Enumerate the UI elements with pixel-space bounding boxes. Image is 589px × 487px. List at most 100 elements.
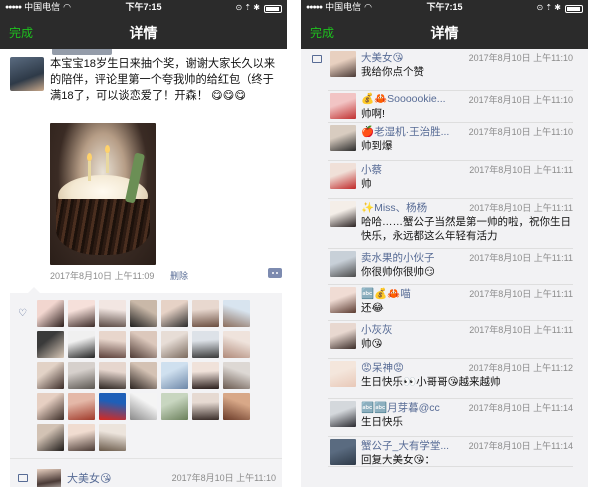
comment-icon <box>18 474 28 482</box>
like-avatar[interactable] <box>68 362 95 389</box>
like-avatar[interactable] <box>161 331 188 358</box>
post-text: 本宝宝18岁生日来抽个奖，谢谢大家长久以来的陪伴，评论里第一个夸我帅的给红包（终… <box>50 58 276 102</box>
like-avatar[interactable] <box>99 331 126 358</box>
likes-panel: ♡ <box>10 287 282 458</box>
like-avatar[interactable] <box>130 362 157 389</box>
commenter-name[interactable]: ✨Miss、杨杨 <box>361 200 427 215</box>
battery-icon <box>264 4 282 13</box>
cake-photo[interactable] <box>50 123 156 265</box>
comment-time: 2017年8月10日 上午11:11 <box>469 253 573 263</box>
like-avatar[interactable] <box>99 362 126 389</box>
flame-shape <box>87 153 92 161</box>
commenter-name[interactable]: 大美女😘 <box>361 50 403 65</box>
commenter-avatar[interactable] <box>330 51 356 77</box>
commenter-name[interactable]: 蟹公子_大有学堂... <box>361 438 449 453</box>
commenter-avatar[interactable] <box>330 125 356 151</box>
commenter-name[interactable]: 💰🦀Soooookie... <box>361 92 446 105</box>
commenter-name[interactable]: 卖水果的小伙子 <box>361 250 435 265</box>
like-avatar[interactable] <box>99 300 126 327</box>
commenter-avatar[interactable] <box>330 439 356 465</box>
commenter-avatar[interactable] <box>330 361 356 387</box>
like-avatar[interactable] <box>37 300 64 327</box>
like-avatar[interactable] <box>37 362 64 389</box>
like-avatar[interactable] <box>68 300 95 327</box>
like-avatar[interactable] <box>37 331 64 358</box>
like-avatar[interactable] <box>192 362 219 389</box>
like-avatar[interactable] <box>68 331 95 358</box>
comment-text: 回复大美女😘： <box>361 454 435 466</box>
like-avatar[interactable] <box>68 393 95 420</box>
comment-more-icon[interactable] <box>268 268 282 278</box>
like-avatar[interactable] <box>223 362 250 389</box>
comment-row[interactable]: ✨Miss、杨杨 2017年8月10日 上午11:11 哈哈……蟹公子当然是第一帅的… <box>328 199 573 249</box>
like-avatar[interactable] <box>161 362 188 389</box>
like-avatar[interactable] <box>223 300 250 327</box>
comment-row[interactable]: 小蔡 2017年8月10日 上午11:11 帅 <box>328 161 573 199</box>
comment-text: 我给你点个赞 <box>361 66 424 78</box>
like-avatar[interactable] <box>223 393 250 420</box>
comment-text: 生日快乐 <box>361 416 403 428</box>
candle-shape <box>106 153 109 173</box>
comment-text: 哈哈……蟹公子当然是第一帅的啦，祝你生日快乐，永远都这么年轻有活力 <box>361 216 571 242</box>
comment-row[interactable]: 大美女😘 2017年8月10日 上午11:10 我给你点个赞 <box>328 49 573 91</box>
comment-time: 2017年8月10日 上午11:11 <box>469 325 573 335</box>
commenter-avatar[interactable] <box>37 469 61 487</box>
like-avatar[interactable] <box>161 300 188 327</box>
like-avatar[interactable] <box>192 331 219 358</box>
comment-time: 2017年8月10日 上午11:11 <box>469 289 573 299</box>
like-avatar[interactable] <box>130 300 157 327</box>
commenter-name[interactable]: 🔤🔤月芽暮@cc <box>361 400 440 415</box>
comment-time: 2017年8月10日 上午11:11 <box>469 203 573 213</box>
comment-row[interactable]: 卖水果的小伙子 2017年8月10日 上午11:11 你很帅你很帅😏 <box>328 249 573 285</box>
like-avatar[interactable] <box>37 393 64 420</box>
like-avatar[interactable] <box>37 424 64 451</box>
commenter-name[interactable]: 😡呆神😡 <box>361 360 404 375</box>
candle-shape <box>88 161 91 181</box>
poster-avatar[interactable] <box>10 57 44 91</box>
comments-panel: 大美女😘 2017年8月10日 上午11:10 <box>10 458 282 487</box>
comment-row[interactable]: 小灰灰 2017年8月10日 上午11:11 帅😘 <box>328 321 573 359</box>
delete-link[interactable]: 删除 <box>170 269 188 282</box>
comment-time: 2017年8月10日 上午11:10 <box>468 53 573 63</box>
commenter-avatar[interactable] <box>330 287 356 313</box>
comment-time: 2017年8月10日 上午11:10 <box>468 95 573 105</box>
comment-icon <box>312 55 322 63</box>
commenter-avatar[interactable] <box>330 93 356 119</box>
like-avatar[interactable] <box>161 393 188 420</box>
commenter-avatar[interactable] <box>330 251 356 277</box>
commenter-name[interactable]: 大美女😘 <box>67 470 111 486</box>
like-avatar[interactable] <box>130 393 157 420</box>
status-icons: ⊙ ⇡ ✱ <box>536 3 561 12</box>
left-screen: ●●●●● 中国电信 ◠ 下午7:15 ⊙ ⇡ ✱ 完成 详情 本宝宝18岁生日… <box>0 0 287 487</box>
commenter-avatar[interactable] <box>330 323 356 349</box>
comment-row[interactable]: 💰🦀Soooookie... 2017年8月10日 上午11:10 帅啊! <box>328 91 573 123</box>
commenter-name[interactable]: 小灰灰 <box>361 322 393 337</box>
commenter-name[interactable]: 🍎老湿机·王治胜... <box>361 124 449 139</box>
nav-bar: 完成 详情 <box>0 15 287 49</box>
commenter-name[interactable]: 🔤💰🦀喵 <box>361 286 411 301</box>
comment-row[interactable]: 😡呆神😡 2017年8月10日 上午11:12 生日快乐👀小哥哥😘越来越帅 <box>328 359 573 399</box>
comment-text: 帅 <box>361 178 372 190</box>
like-avatar[interactable] <box>192 393 219 420</box>
comment-row[interactable]: 🍎老湿机·王治胜... 2017年8月10日 上午11:10 帅到爆 <box>328 123 573 161</box>
like-avatar[interactable] <box>130 331 157 358</box>
status-bar: ●●●●● 中国电信 ◠ 下午7:15 ⊙ ⇡ ✱ <box>301 0 588 15</box>
commenter-avatar[interactable] <box>330 163 356 189</box>
comment-row[interactable]: 蟹公子_大有学堂... 2017年8月10日 上午11:14 回复大美女😘： <box>328 437 573 467</box>
like-avatar[interactable] <box>68 424 95 451</box>
like-avatar[interactable] <box>99 393 126 420</box>
battery-icon <box>565 4 583 13</box>
comment-row[interactable]: 🔤🔤月芽暮@cc 2017年8月10日 上午11:14 生日快乐 <box>328 399 573 437</box>
like-avatar[interactable] <box>223 331 250 358</box>
commenter-name[interactable]: 小蔡 <box>361 162 382 177</box>
comment-text: 帅😘 <box>361 338 383 350</box>
like-avatar[interactable] <box>192 300 219 327</box>
comment-time: 2017年8月10日 上午11:12 <box>468 363 573 373</box>
comment-text: 帅啊! <box>361 108 385 120</box>
comment-row[interactable]: 🔤💰🦀喵 2017年8月10日 上午11:11 还😂 <box>328 285 573 321</box>
comment-time: 2017年8月10日 上午11:10 <box>171 473 276 483</box>
commenter-avatar[interactable] <box>330 401 356 427</box>
like-avatar[interactable] <box>99 424 126 451</box>
commenter-avatar[interactable] <box>330 201 356 227</box>
status-bar: ●●●●● 中国电信 ◠ 下午7:15 ⊙ ⇡ ✱ <box>0 0 287 15</box>
